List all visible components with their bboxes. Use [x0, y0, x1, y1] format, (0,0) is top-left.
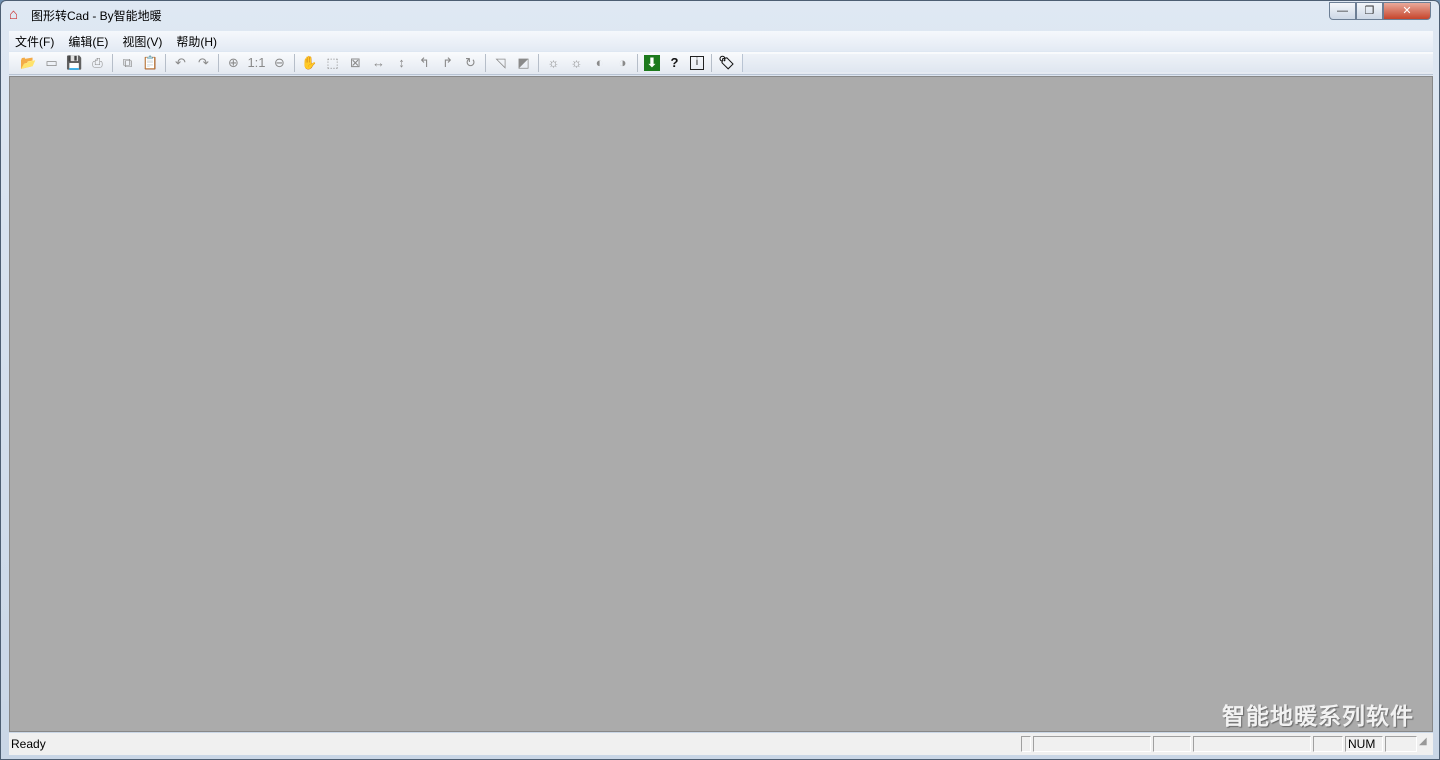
download-icon[interactable]: ⬇ [644, 55, 660, 71]
vertical-arrows-icon[interactable]: ↕ [390, 53, 413, 73]
zoom-out-icon[interactable]: ⊖ [268, 53, 291, 73]
pan-hand-icon[interactable]: ✋ [298, 53, 321, 73]
toolbar-separator [112, 54, 113, 72]
copy-icon[interactable]: ⧉ [116, 53, 139, 73]
status-pane [1385, 736, 1417, 752]
rotate-right-icon[interactable]: ↱ [436, 53, 459, 73]
delete-selection-icon[interactable]: ⊠ [344, 53, 367, 73]
toolbar-separator [538, 54, 539, 72]
triangle-outline-icon[interactable]: ◹ [489, 53, 512, 73]
rotate-left-icon[interactable]: ↰ [413, 53, 436, 73]
status-text: Ready [11, 737, 46, 751]
menu-edit[interactable]: 编辑(E) [68, 33, 108, 50]
window-title: 图形转Cad - By智能地暖 [31, 8, 162, 23]
new-icon[interactable]: ▭ [40, 53, 63, 73]
toolbar-separator [485, 54, 486, 72]
help-icon[interactable]: ? [663, 53, 686, 73]
horizontal-arrows-icon[interactable]: ↔ [367, 53, 390, 73]
info-icon[interactable]: i [690, 56, 704, 70]
toolbar-band [742, 54, 1433, 72]
tag-icon[interactable]: 🏷 [715, 53, 738, 73]
status-bar: Ready NUM ◢ [9, 733, 1433, 755]
contrast-down-icon[interactable]: ◑ [611, 53, 634, 73]
house-icon: ⌂ [9, 6, 19, 23]
paste-icon[interactable]: 📋 [139, 53, 162, 73]
actual-size-icon[interactable]: 1:1 [245, 53, 268, 73]
toolbar: 📂 ▭ 💾 ⎙ ⧉ 📋 ↶ ↷ ⊕ 1:1 ⊖ ✋ ⬚ ⊠ ↔ ↕ ↰ ↱ ↻ ◹ ◩ ☼ ☼ ◐ ◑ ⬇? i 🏷 [9, 52, 1433, 75]
status-pane [1033, 736, 1151, 752]
toolbar-separator [165, 54, 166, 72]
triangle-fill-icon[interactable]: ◩ [512, 53, 535, 73]
menu-view[interactable]: 视图(V) [122, 33, 162, 50]
undo-icon[interactable]: ↶ [169, 53, 192, 73]
open-icon[interactable]: 📂 [17, 53, 40, 73]
status-pane [1193, 736, 1311, 752]
toolbar-separator [711, 54, 712, 72]
zoom-in-icon[interactable]: ⊕ [222, 53, 245, 73]
title-bar[interactable]: ⌂ 图形转Cad - By智能地暖 — ❐ ✕ [1, 1, 1439, 29]
resize-grip-icon[interactable]: ◢ [1419, 736, 1433, 752]
status-pane [1153, 736, 1191, 752]
menu-file[interactable]: 文件(F) [15, 33, 54, 50]
num-lock-indicator: NUM [1345, 736, 1383, 752]
app-window: ⌂ 图形转Cad - By智能地暖 — ❐ ✕ 文件(F) 编辑(E) 视图(V… [0, 0, 1440, 760]
menu-help[interactable]: 帮助(H) [176, 33, 217, 50]
toolbar-separator [294, 54, 295, 72]
toolbar-separator [218, 54, 219, 72]
menu-bar: 文件(F) 编辑(E) 视图(V) 帮助(H) [9, 31, 1433, 51]
toolbar-separator [637, 54, 638, 72]
light-up-icon[interactable]: ☼ [542, 53, 565, 73]
drawing-canvas[interactable]: 智能地暖系列软件 [9, 76, 1433, 732]
redo-icon[interactable]: ↷ [192, 53, 215, 73]
status-pane [1021, 736, 1031, 752]
maximize-button[interactable]: ❐ [1356, 2, 1383, 20]
minimize-button[interactable]: — [1329, 2, 1356, 20]
select-rect-icon[interactable]: ⬚ [321, 53, 344, 73]
status-pane [1313, 736, 1343, 752]
close-button[interactable]: ✕ [1383, 2, 1431, 20]
print-icon[interactable]: ⎙ [86, 53, 109, 73]
rotate-icon[interactable]: ↻ [459, 53, 482, 73]
light-down-icon[interactable]: ☼ [565, 53, 588, 73]
contrast-up-icon[interactable]: ◐ [588, 53, 611, 73]
save-icon[interactable]: 💾 [63, 53, 86, 73]
watermark: 智能地暖系列软件 [1222, 703, 1414, 729]
